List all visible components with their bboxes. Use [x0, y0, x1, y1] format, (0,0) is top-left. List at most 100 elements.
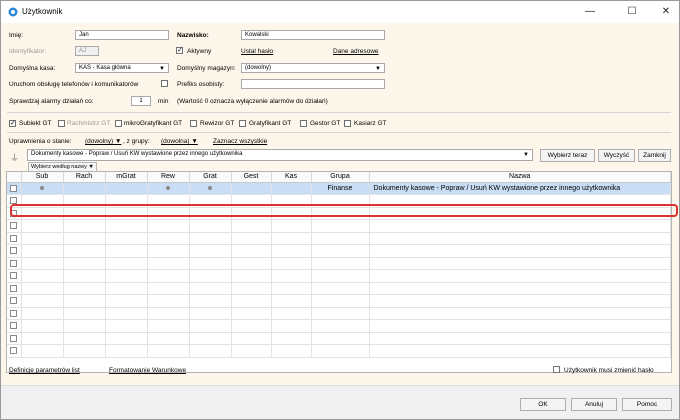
- row-checkbox[interactable]: [10, 209, 18, 217]
- alarmy-note: (Wartość 0 oznacza wyłączenie alarmów do…: [177, 98, 328, 105]
- imie-field[interactable]: Jan: [75, 30, 169, 40]
- row-checkbox[interactable]: [10, 347, 18, 355]
- grat-cell[interactable]: [189, 182, 232, 195]
- rew-cell[interactable]: [147, 182, 190, 195]
- dane-adresowe-link[interactable]: Dane adresowe: [333, 48, 379, 55]
- empty-row[interactable]: [7, 307, 671, 320]
- pomoc-button[interactable]: Pomoc: [622, 398, 672, 411]
- zaznacz-wszystkie-link[interactable]: Zaznacz wszystkie: [213, 138, 267, 145]
- module-checkbox-kasiarz[interactable]: [344, 120, 351, 127]
- row-checkbox-cell[interactable]: [7, 319, 22, 333]
- module-checkbox-gestor[interactable]: [300, 120, 307, 127]
- row-checkbox[interactable]: [10, 184, 18, 192]
- ustal-haslo-link[interactable]: Ustal hasło: [241, 48, 273, 55]
- name-filter-combobox[interactable]: Dokumenty kasowe - Popraw / Usuń KW wyst…: [27, 149, 533, 161]
- column-header: [7, 172, 22, 183]
- empty-row[interactable]: [7, 282, 671, 295]
- module-label: Gestor GT: [310, 120, 341, 127]
- row-checkbox-cell[interactable]: [7, 232, 22, 245]
- zmienic-haslo-label: Użytkownik musi zmienić hasło: [564, 367, 654, 374]
- module-checkbox-gratyfikant[interactable]: [239, 120, 246, 127]
- ok-button[interactable]: OK: [520, 398, 566, 411]
- row-checkbox[interactable]: [10, 322, 18, 330]
- rach-cell[interactable]: [63, 182, 106, 195]
- telefony-checkbox[interactable]: [161, 80, 168, 87]
- row-checkbox-cell[interactable]: [7, 332, 22, 345]
- row-checkbox[interactable]: [10, 297, 18, 305]
- row-checkbox-cell[interactable]: [7, 294, 22, 308]
- aktywny-checkbox[interactable]: [176, 46, 183, 55]
- column-header[interactable]: Nazwa: [369, 172, 671, 183]
- anuluj-button[interactable]: Anuluj: [571, 398, 617, 411]
- alarmy-field[interactable]: 1: [131, 96, 151, 106]
- column-header[interactable]: Kas: [271, 172, 312, 183]
- row-checkbox[interactable]: [10, 334, 18, 342]
- row-checkbox[interactable]: [10, 284, 18, 292]
- row-checkbox-cell[interactable]: [7, 282, 22, 295]
- nazwisko-field[interactable]: Kowalski: [241, 30, 385, 40]
- column-header[interactable]: Rach: [63, 172, 106, 183]
- column-header[interactable]: Rew: [147, 172, 190, 183]
- row-checkbox-cell[interactable]: [7, 257, 22, 270]
- wybierz-teraz-button[interactable]: Wybierz teraz: [540, 149, 595, 162]
- table-row[interactable]: Finanse Dokumenty kasowe - Popraw / Usuń…: [7, 182, 671, 195]
- empty-row[interactable]: [7, 244, 671, 258]
- definicje-link[interactable]: Definicje parametrów list: [9, 367, 80, 374]
- gest-cell[interactable]: [231, 182, 272, 195]
- kasa-label: Domyślna kasa:: [9, 65, 56, 72]
- maximize-icon[interactable]: ☐: [615, 1, 649, 23]
- empty-row[interactable]: [7, 257, 671, 270]
- row-checkbox[interactable]: [10, 272, 18, 280]
- module-checkbox-mikrogratyfikant[interactable]: [115, 120, 122, 127]
- close-icon[interactable]: ✕: [649, 1, 680, 23]
- prefiks-field[interactable]: [241, 79, 385, 89]
- row-checkbox-cell[interactable]: [7, 182, 22, 195]
- kas-cell[interactable]: [271, 182, 312, 195]
- minimize-icon[interactable]: —: [573, 1, 607, 23]
- row-checkbox[interactable]: [10, 234, 18, 242]
- sub-cell[interactable]: [21, 182, 64, 195]
- row-checkbox-cell[interactable]: [7, 207, 22, 220]
- empty-row[interactable]: [7, 232, 671, 245]
- row-checkbox[interactable]: [10, 247, 18, 255]
- empty-row[interactable]: [7, 332, 671, 345]
- mgrat-cell[interactable]: [105, 182, 148, 195]
- row-checkbox[interactable]: [10, 259, 18, 267]
- row-checkbox[interactable]: [10, 222, 18, 230]
- stan-dropdown[interactable]: (dowolny) ▼: [85, 138, 121, 145]
- column-header[interactable]: Grat: [189, 172, 232, 183]
- grupy-dropdown[interactable]: (dowolna) ▼: [161, 138, 198, 145]
- column-header[interactable]: Gest: [231, 172, 272, 183]
- row-checkbox-cell[interactable]: [7, 194, 22, 208]
- empty-row[interactable]: [7, 194, 671, 208]
- magazyn-select[interactable]: (dowolny) ▼: [241, 63, 385, 73]
- empty-row[interactable]: [7, 207, 671, 220]
- zamknij-button[interactable]: Zamknij: [638, 149, 671, 162]
- permission-dot-icon: [208, 185, 212, 190]
- row-checkbox-cell[interactable]: [7, 219, 22, 233]
- kasa-select[interactable]: KAS - Kasa główna ▼: [75, 63, 169, 73]
- row-checkbox-cell[interactable]: [7, 344, 22, 358]
- module-checkbox-rewizor[interactable]: [190, 120, 197, 127]
- row-checkbox-cell[interactable]: [7, 269, 22, 283]
- empty-row[interactable]: [7, 219, 671, 233]
- column-header[interactable]: Grupa: [311, 172, 370, 183]
- row-checkbox-cell[interactable]: [7, 307, 22, 320]
- empty-row[interactable]: [7, 319, 671, 333]
- empty-row[interactable]: [7, 294, 671, 308]
- column-header[interactable]: mGrat: [105, 172, 148, 183]
- empty-row[interactable]: [7, 269, 671, 283]
- formatowanie-link[interactable]: Formatowanie Warunkowe: [109, 367, 186, 374]
- row-checkbox[interactable]: [10, 309, 18, 317]
- empty-row[interactable]: [7, 344, 671, 358]
- column-header[interactable]: Sub: [21, 172, 64, 183]
- row-checkbox[interactable]: [10, 197, 18, 205]
- grupa-cell[interactable]: Finanse: [311, 182, 370, 195]
- title-bar: Użytkownik — ☐ ✕: [1, 1, 679, 23]
- wyczysc-button[interactable]: Wyczyść: [598, 149, 635, 162]
- row-checkbox-cell[interactable]: [7, 244, 22, 258]
- module-checkbox-subiekt[interactable]: [9, 119, 16, 128]
- module-label: Kasiarz GT: [354, 120, 387, 127]
- nazwa-cell[interactable]: Dokumenty kasowe - Popraw / Usuń KW wyst…: [369, 182, 671, 195]
- zmienic-haslo-checkbox[interactable]: [553, 366, 560, 373]
